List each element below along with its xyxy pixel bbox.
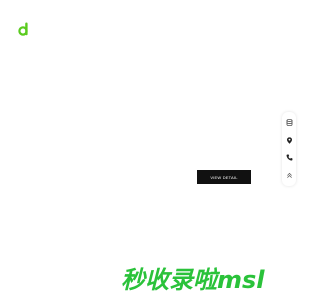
toolbar-database-button[interactable] bbox=[284, 118, 294, 128]
database-icon bbox=[286, 119, 292, 127]
toolbar-back-to-top-button[interactable] bbox=[284, 170, 294, 180]
view-detail-button[interactable]: VIEW DETAIL bbox=[197, 170, 251, 184]
brand-text: 秒收录啦msl bbox=[121, 266, 265, 294]
logo-icon[interactable] bbox=[18, 22, 29, 36]
toolbar-location-button[interactable] bbox=[284, 135, 294, 145]
side-toolbar bbox=[282, 112, 296, 186]
chevron-double-up-icon bbox=[286, 172, 292, 178]
toolbar-phone-button[interactable] bbox=[284, 153, 294, 163]
location-pin-icon bbox=[286, 137, 292, 144]
phone-icon bbox=[286, 154, 292, 161]
